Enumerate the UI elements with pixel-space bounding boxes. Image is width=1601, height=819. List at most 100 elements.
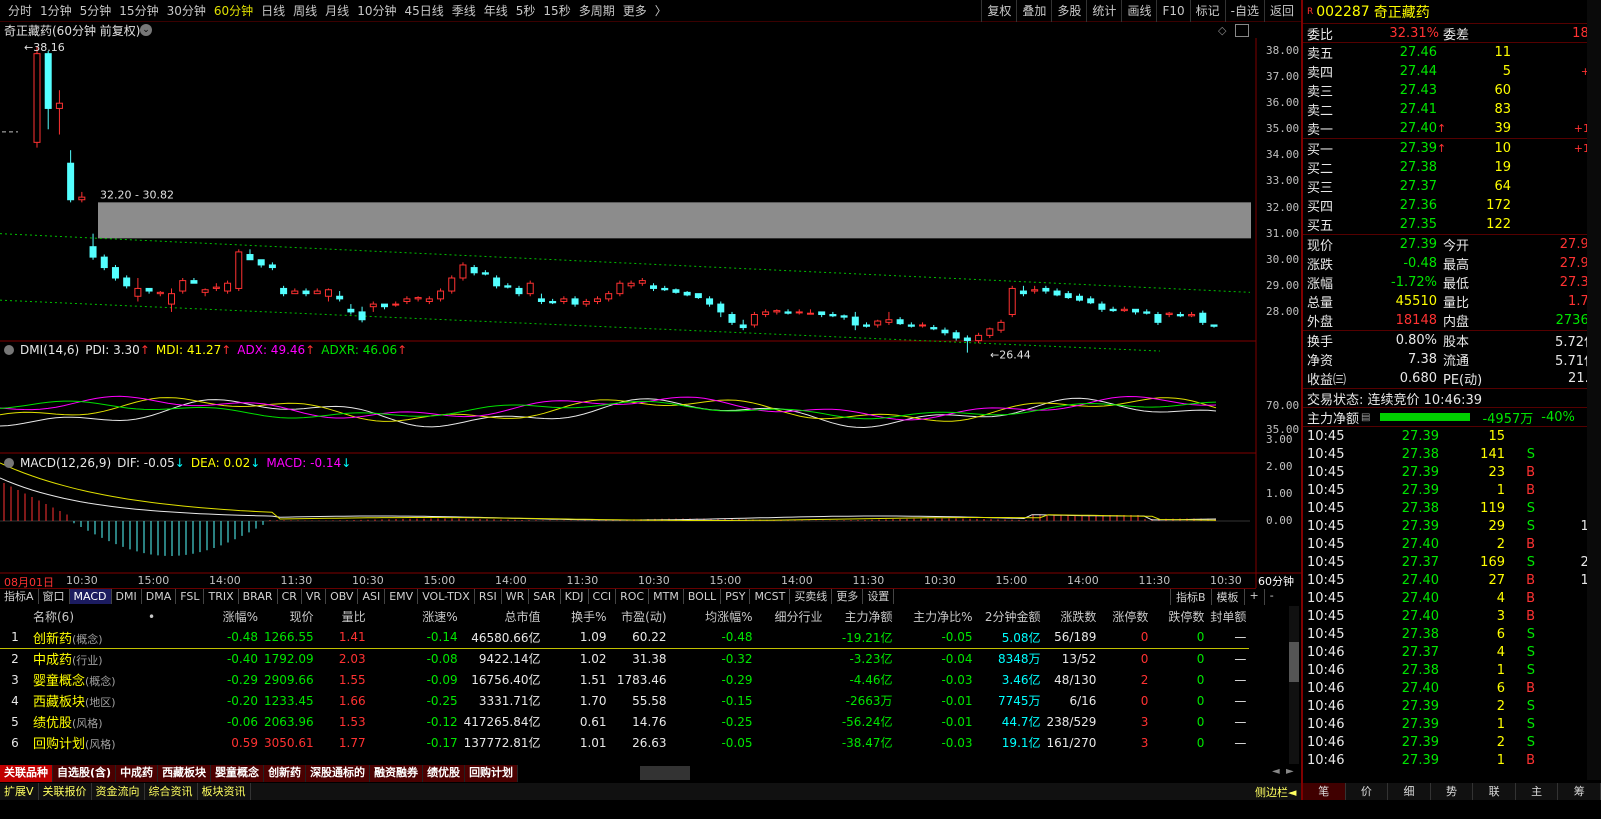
timeframe-5[interactable]: 60分钟 <box>210 0 257 22</box>
table-row[interactable]: 4 西藏板块(地区) -0.20 1233.45 1.66 -0.25 3331.71亿 1.… <box>0 690 1249 711</box>
indicator-tab-19[interactable]: ROC <box>616 589 650 604</box>
timeframe-10[interactable]: 45日线 <box>400 0 447 22</box>
right-tab-1[interactable]: 价 <box>1345 783 1389 800</box>
indicator-right-0[interactable]: 指标B <box>1170 589 1211 605</box>
status-tab-1[interactable]: 关联报价 <box>39 783 92 800</box>
col-header-4[interactable]: 量比 <box>317 606 369 627</box>
timeframe-1[interactable]: 1分钟 <box>36 0 76 22</box>
col-header-0[interactable]: 名称(6) <box>30 606 145 627</box>
indicator-tab-22[interactable]: PSY <box>721 589 751 604</box>
indicator-tab-20[interactable]: MTM <box>649 589 684 604</box>
indicator-tab-1[interactable]: 窗口 <box>39 589 70 604</box>
timeframe-12[interactable]: 年线 <box>480 0 512 22</box>
more-chevron-icon[interactable]: 〉 <box>651 0 671 22</box>
scroll-left-icon[interactable]: ◄ <box>1272 766 1280 777</box>
toolbar-button-7[interactable]: -自选 <box>1224 0 1264 22</box>
bottom-tab-8[interactable]: 绩优股 <box>423 765 466 782</box>
col-header-5[interactable]: 涨速% <box>369 606 461 627</box>
indicator-tab-7[interactable]: BRAR <box>239 589 278 604</box>
toolbar-button-2[interactable]: 多股 <box>1051 0 1086 22</box>
toolbar-button-1[interactable]: 叠加 <box>1016 0 1051 22</box>
timeframe-2[interactable]: 5分钟 <box>76 0 116 22</box>
indicator-tab-4[interactable]: DMA <box>142 589 177 604</box>
right-tab-3[interactable]: 势 <box>1430 783 1474 800</box>
indicator-tab-3[interactable]: DMI <box>112 589 142 604</box>
table-row[interactable]: 5 绩优股(风格) -0.06 2063.96 1.53 -0.12 417265.84亿 0… <box>0 711 1249 732</box>
scroll-right-icon[interactable]: ► <box>1286 766 1294 777</box>
toolbar-button-3[interactable]: 统计 <box>1086 0 1121 22</box>
bottom-tab-5[interactable]: 创新药 <box>264 765 307 782</box>
timeframe-6[interactable]: 日线 <box>257 0 289 22</box>
toolbar-button-0[interactable]: 复权 <box>981 0 1016 22</box>
chevron-down-icon[interactable] <box>4 458 14 468</box>
chevron-down-icon[interactable]: ⌄ <box>140 24 152 36</box>
col-header-7[interactable]: 换手% <box>544 606 610 627</box>
col-header-10[interactable]: 细分行业 <box>756 606 826 627</box>
indicator-tab-13[interactable]: VOL-TDX <box>418 589 475 604</box>
timeframe-16[interactable]: 更多 <box>619 0 651 22</box>
col-header-8[interactable]: 市盈(动) <box>610 606 670 627</box>
status-tab-4[interactable]: 板块资讯 <box>198 783 251 800</box>
list-icon[interactable]: ▤ <box>1361 412 1370 423</box>
bottom-tab-2[interactable]: 中成药 <box>116 765 159 782</box>
chevron-down-icon[interactable] <box>4 345 14 355</box>
indicator-tab-26[interactable]: 设置 <box>863 589 895 604</box>
indicator-tab-9[interactable]: VR <box>302 589 327 604</box>
col-header-6[interactable]: 总市值 <box>461 606 544 627</box>
indicator-tab-23[interactable]: MCST <box>750 589 791 604</box>
indicator-tab-16[interactable]: SAR <box>529 589 561 604</box>
right-tab-2[interactable]: 细 <box>1388 783 1431 800</box>
right-scrollbar[interactable] <box>1587 0 1601 780</box>
indicator-tab-17[interactable]: KDJ <box>561 589 589 604</box>
status-tab-2[interactable]: 资金流向 <box>92 783 145 800</box>
toolbar-button-5[interactable]: F10 <box>1156 0 1189 22</box>
indicator-tab-2[interactable]: MACD <box>69 589 112 604</box>
table-scrollbar[interactable] <box>1289 606 1299 764</box>
bottom-tab-1[interactable]: 自选股(含) <box>53 765 117 782</box>
table-row[interactable]: 3 婴童概念(概念) -0.29 2909.66 1.55 -0.09 16756.40亿 1… <box>0 669 1249 690</box>
col-header-16[interactable]: 跌停数 <box>1151 606 1207 627</box>
timeframe-4[interactable]: 30分钟 <box>163 0 210 22</box>
table-row[interactable]: 6 回购计划(风格) 0.59 3050.61 1.77 -0.17 137772.81亿 1… <box>0 732 1249 753</box>
indicator-tab-14[interactable]: RSI <box>475 589 502 604</box>
timeframe-7[interactable]: 周线 <box>289 0 321 22</box>
timeframe-15[interactable]: 多周期 <box>575 0 619 22</box>
col-header-17[interactable]: 封单额 <box>1207 606 1249 627</box>
status-tab-0[interactable]: 扩展V <box>0 783 39 800</box>
indicator-tab-6[interactable]: TRIX <box>204 589 239 604</box>
window-toggle-icon[interactable] <box>1235 24 1249 37</box>
toolbar-button-6[interactable]: 标记 <box>1189 0 1225 22</box>
indicator-tab-24[interactable]: 买卖线 <box>790 589 833 604</box>
indicator-tab-8[interactable]: CR <box>278 589 302 604</box>
bottom-tab-7[interactable]: 融资融券 <box>370 765 424 782</box>
bottom-tab-0[interactable]: 关联品种 <box>0 765 53 782</box>
bottom-tab-6[interactable]: 深股通标的 <box>306 765 371 782</box>
col-header-2[interactable]: 涨幅% <box>191 606 261 627</box>
col-header-11[interactable]: 主力净额 <box>826 606 896 627</box>
indicator-tab-25[interactable]: 更多 <box>832 589 864 604</box>
indicator-tab-11[interactable]: ASI <box>358 589 386 604</box>
col-header-3[interactable]: 现价 <box>261 606 317 627</box>
bottom-tab-4[interactable]: 婴童概念 <box>211 765 265 782</box>
right-tab-5[interactable]: 主 <box>1515 783 1559 800</box>
bottom-tab-9[interactable]: 回购计划 <box>465 765 519 782</box>
col-header-12[interactable]: 主力净比% <box>896 606 976 627</box>
timeframe-14[interactable]: 15秒 <box>539 0 574 22</box>
diamond-icon[interactable]: ◇ <box>1218 24 1226 37</box>
col-header-9[interactable]: 均涨幅% <box>670 606 756 627</box>
timeframe-8[interactable]: 月线 <box>321 0 353 22</box>
col-header-14[interactable]: 涨跌数 <box>1044 606 1100 627</box>
table-row[interactable]: 1 创新药(概念) -0.48 1266.55 1.41 -0.14 46580.66亿 1.… <box>0 627 1250 648</box>
right-tab-6[interactable]: 筹 <box>1558 783 1601 800</box>
indicator-tab-18[interactable]: CCI <box>589 589 617 604</box>
sidebar-toggle[interactable]: 侧边栏◄ <box>1255 784 1296 800</box>
timeframe-3[interactable]: 15分钟 <box>115 0 162 22</box>
tabs-scroll-thumb[interactable] <box>640 766 690 780</box>
bottom-tab-3[interactable]: 西藏板块 <box>158 765 212 782</box>
kline-chart[interactable]: 32.20 - 30.82 ←38.16 ←26.44 <box>0 38 1301 588</box>
timeframe-0[interactable]: 分时 <box>4 0 36 22</box>
right-tab-0[interactable]: 笔 <box>1303 783 1346 800</box>
indicator-tab-0[interactable]: 指标A <box>0 589 39 604</box>
table-row[interactable]: 2 中成药(行业) -0.40 1792.09 2.03 -0.08 9422.14亿 1.0… <box>0 648 1249 669</box>
status-tab-3[interactable]: 综合资讯 <box>145 783 198 800</box>
